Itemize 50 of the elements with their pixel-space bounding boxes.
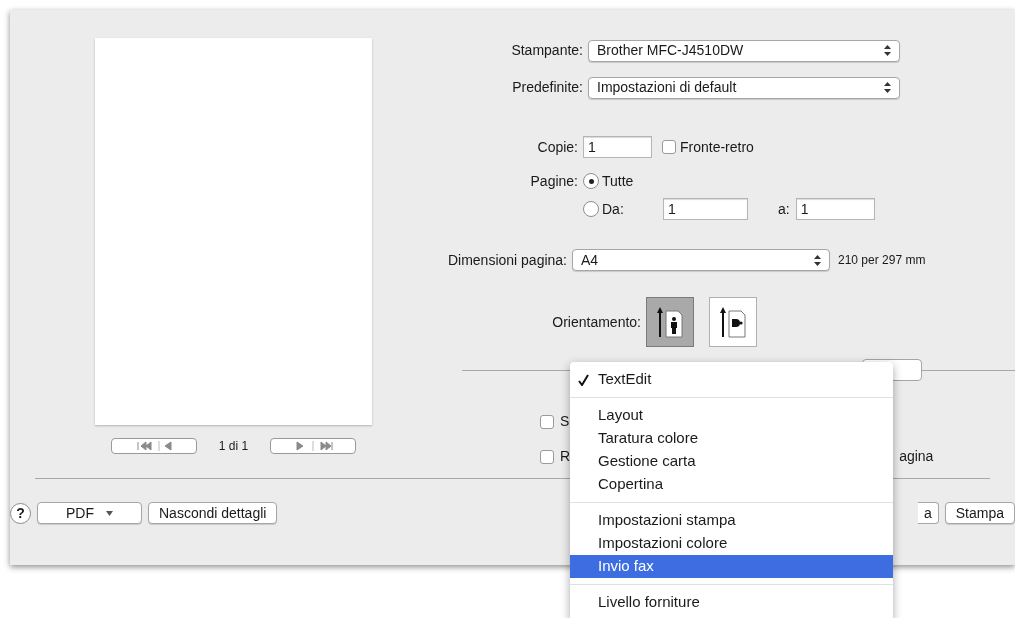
checkbox-label: S xyxy=(560,412,570,431)
radio-label: Tutte xyxy=(602,171,634,191)
radio-button[interactable] xyxy=(583,201,599,217)
input-field[interactable]: 1 xyxy=(583,136,652,158)
popup-button[interactable]: A4 xyxy=(572,249,830,271)
next-page-buttons[interactable] xyxy=(270,438,357,454)
orientation-button[interactable] xyxy=(646,297,694,347)
checkbox-label: Fronte-retro xyxy=(680,137,754,157)
checkbox-label: R xyxy=(560,447,571,466)
pdf-button[interactable]: PDF xyxy=(37,502,142,524)
landscape-page-icon xyxy=(719,305,747,339)
previous-page-buttons[interactable] xyxy=(110,438,197,454)
field-label: Stampante: xyxy=(511,42,583,58)
caret-icon xyxy=(106,510,113,516)
checkbox[interactable] xyxy=(662,140,676,154)
up-down-arrows-icon xyxy=(814,254,821,266)
print-button[interactable]: Stampa xyxy=(944,502,1015,524)
hide-details-button[interactable]: Nascondi dettagli xyxy=(148,502,278,524)
field-label: Dimensioni pagina: xyxy=(447,251,567,268)
menu-item[interactable]: TextEdit xyxy=(570,368,893,391)
option-text: agina xyxy=(899,447,934,466)
checkbox[interactable] xyxy=(540,449,554,464)
popup-button[interactable]: Impostazioni di default xyxy=(588,76,900,99)
input-field[interactable]: 1 xyxy=(795,198,875,220)
menu-item[interactable]: Impostazioni stampa xyxy=(570,509,893,532)
field-label: Copie: xyxy=(537,138,578,155)
help-button[interactable]: ? xyxy=(10,502,31,524)
up-down-arrows-icon xyxy=(884,45,891,56)
cancel-button[interactable]: a xyxy=(917,502,939,524)
field-label: Pagine: xyxy=(530,172,578,189)
menu-item[interactable]: Invio fax xyxy=(570,555,893,578)
field-label: Orientamento: xyxy=(552,313,641,330)
menu-item[interactable]: Copertina xyxy=(570,473,893,496)
up-down-arrows-icon xyxy=(884,82,891,93)
menu-item[interactable]: Layout xyxy=(570,404,893,427)
field-label: Predefinite: xyxy=(512,79,583,95)
radio-button[interactable] xyxy=(583,173,599,189)
orientation-button[interactable] xyxy=(709,297,757,347)
menu-item[interactable]: Livello forniture xyxy=(570,591,893,614)
portrait-page-icon xyxy=(656,305,684,339)
checkbox[interactable] xyxy=(540,414,554,429)
paper-size-text: 210 per 297 mm xyxy=(838,252,926,269)
page-counter: 1 di 1 xyxy=(218,438,249,455)
menu-item[interactable]: Gestione carta xyxy=(570,450,893,473)
menu-item[interactable]: Impostazioni colore xyxy=(570,532,893,555)
input-field[interactable]: 1 xyxy=(663,198,748,220)
radio-label: Da: xyxy=(602,199,624,219)
popup-button[interactable]: Brother MFC-J4510DW xyxy=(588,39,900,62)
field-label: a: xyxy=(778,199,790,219)
menu-item[interactable]: Taratura colore xyxy=(570,427,893,450)
